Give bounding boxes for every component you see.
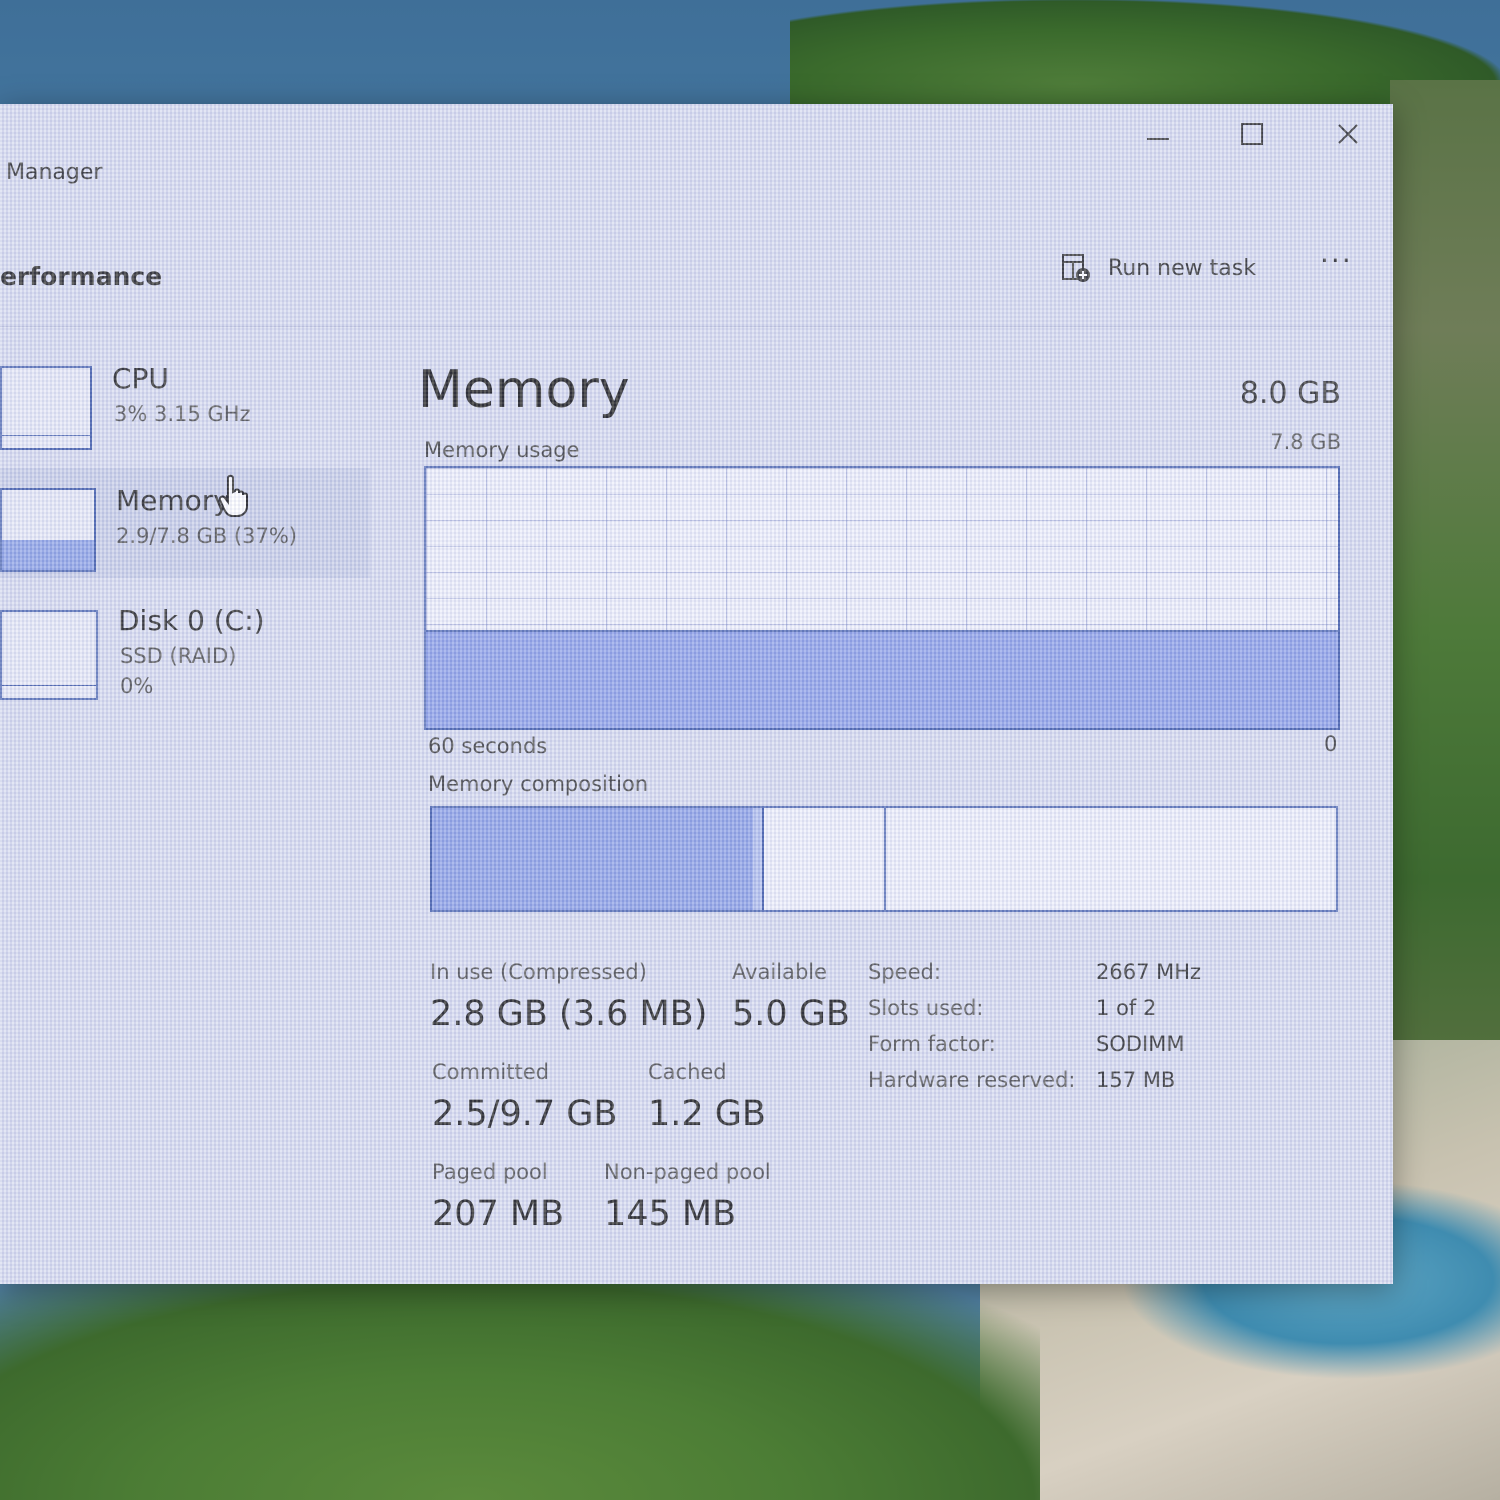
slots-used-value: 1 of 2 — [1096, 996, 1157, 1020]
available-label: Available — [732, 960, 828, 984]
cpu-thumbnail-graph — [0, 366, 92, 450]
run-new-task-label: Run new task — [1108, 255, 1256, 281]
memory-usage-label: Memory usage — [424, 438, 580, 462]
memory-composition-label: Memory composition — [428, 772, 649, 796]
paged-pool-value: 207 MB — [432, 1194, 565, 1234]
more-options-button[interactable]: ··· — [1320, 244, 1353, 277]
committed-value: 2.5/9.7 GB — [432, 1094, 618, 1134]
maximize-button[interactable] — [1222, 114, 1282, 154]
memory-usage-fill — [426, 629, 1338, 728]
run-task-icon — [1062, 254, 1090, 282]
form-factor-value: SODIMM — [1096, 1032, 1185, 1056]
close-icon — [1338, 124, 1358, 144]
speed-value: 2667 MHz — [1096, 960, 1202, 984]
graph-axis-left: 60 seconds — [428, 734, 548, 758]
composition-standby[interactable] — [762, 808, 886, 910]
memory-composition-bar — [430, 806, 1338, 912]
page-title: erformance — [0, 262, 163, 291]
minimize-icon — [1147, 138, 1169, 140]
hand-cursor-icon — [218, 474, 248, 517]
in-use-label: In use (Compressed) — [430, 960, 647, 984]
minimize-button[interactable] — [1128, 114, 1188, 154]
maximize-icon — [1241, 123, 1263, 145]
close-button[interactable] — [1318, 114, 1378, 154]
sidebar-item-label: CPU — [112, 362, 169, 395]
memory-thumbnail-graph — [0, 488, 96, 572]
memory-total: 8.0 GB — [1239, 376, 1341, 411]
sidebar-item-label: Disk 0 (C:) — [118, 604, 265, 637]
sidebar-item-detail: SSD (RAID) — [120, 644, 237, 668]
non-paged-pool-value: 145 MB — [604, 1194, 737, 1234]
graph-axis-right: 0 — [1324, 732, 1338, 756]
non-paged-pool-label: Non-paged pool — [604, 1160, 771, 1184]
sidebar-item-memory[interactable]: Memory 2.9/7.8 GB (37%) — [0, 468, 370, 578]
composition-in-use[interactable] — [432, 808, 755, 910]
in-use-value: 2.8 GB (3.6 MB) — [430, 994, 708, 1034]
sidebar-item-disk[interactable]: Disk 0 (C:) SSD (RAID) 0% — [0, 590, 370, 700]
memory-thumbnail-fill — [2, 540, 94, 570]
sidebar-item-cpu[interactable]: CPU 3% 3.15 GHz — [0, 352, 370, 462]
cpu-sparkline — [2, 435, 90, 448]
disk-thumbnail-graph — [0, 610, 98, 700]
paged-pool-label: Paged pool — [432, 1160, 548, 1184]
form-factor-label: Form factor: — [868, 1032, 996, 1056]
sidebar-item-label: Memory — [116, 484, 230, 517]
committed-label: Committed — [432, 1060, 549, 1084]
background-hill — [0, 1280, 1040, 1500]
hardware-reserved-label: Hardware reserved: — [868, 1068, 1076, 1092]
available-value: 5.0 GB — [732, 994, 850, 1034]
memory-usage-max: 7.8 GB — [1270, 430, 1341, 454]
window-title: Manager — [6, 160, 103, 185]
sidebar-item-detail: 3% 3.15 GHz — [114, 402, 251, 426]
sidebar-item-detail-2: 0% — [120, 674, 154, 698]
run-new-task-button[interactable]: Run new task — [1060, 252, 1256, 284]
memory-heading: Memory — [418, 360, 630, 420]
disk-sparkline — [2, 685, 96, 698]
task-manager-window: Manager erformance Run new task ··· CPU … — [0, 104, 1393, 1284]
speed-label: Speed: — [868, 960, 941, 984]
background-cliff — [1390, 80, 1500, 1080]
cached-value: 1.2 GB — [648, 1094, 766, 1134]
slots-used-label: Slots used: — [868, 996, 984, 1020]
cached-label: Cached — [648, 1060, 727, 1084]
header-divider — [0, 326, 1393, 327]
memory-usage-graph — [424, 466, 1340, 730]
hardware-reserved-value: 157 MB — [1096, 1068, 1176, 1092]
sidebar-item-detail: 2.9/7.8 GB (37%) — [116, 524, 297, 548]
